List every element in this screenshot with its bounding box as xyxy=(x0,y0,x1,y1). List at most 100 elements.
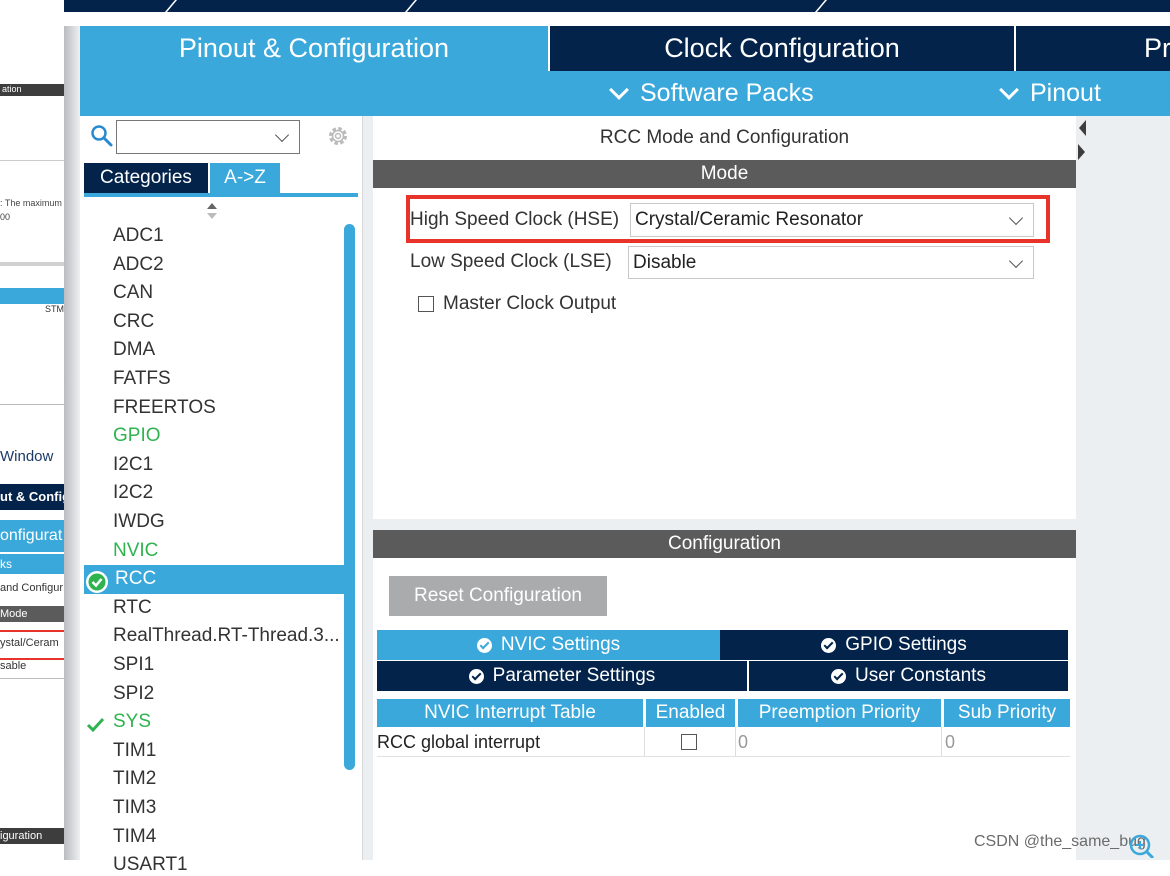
sort-icon[interactable] xyxy=(205,202,219,220)
mode-header: Mode xyxy=(373,160,1076,188)
reset-configuration-button[interactable]: Reset Configuration xyxy=(389,576,607,616)
list-item[interactable]: RCC xyxy=(115,568,156,590)
software-packs-menu[interactable]: Software Packs xyxy=(609,71,814,116)
background-window: ation : The maximum 00 STM Window ut & C… xyxy=(0,0,68,860)
list-item[interactable]: SPI1 xyxy=(113,654,154,676)
list-scrollbar[interactable] xyxy=(344,224,355,770)
lse-label: Low Speed Clock (LSE) xyxy=(410,251,612,272)
menu-label: Pinout xyxy=(1030,79,1101,107)
chevron-down-icon xyxy=(1008,253,1024,268)
window-shadow xyxy=(64,0,80,860)
gear-icon[interactable] xyxy=(326,124,350,148)
chevron-down-icon xyxy=(274,127,290,143)
check-circle-icon xyxy=(468,668,484,684)
pinout-menu[interactable]: Pinout xyxy=(999,71,1101,116)
configuration-header: Configuration xyxy=(373,530,1076,558)
bg-text: ystal/Ceram xyxy=(0,630,66,660)
bg-tab: ut & Config xyxy=(0,484,64,510)
list-item[interactable]: RTC xyxy=(113,597,152,619)
preemption-priority-value[interactable]: 0 xyxy=(738,727,748,757)
column-header-sub-priority[interactable]: Sub Priority xyxy=(944,699,1070,727)
lse-select[interactable]: Disable xyxy=(628,246,1034,279)
tab-gpio-settings[interactable]: GPIO Settings xyxy=(720,630,1068,660)
collapse-arrows[interactable] xyxy=(1077,118,1087,164)
column-header-enabled[interactable]: Enabled xyxy=(646,699,735,727)
column-header-nvic-interrupt-table[interactable]: NVIC Interrupt Table xyxy=(377,699,643,727)
tab-pinout-configuration[interactable]: Pinout & Configuration xyxy=(80,26,548,71)
tab-nvic-settings[interactable]: NVIC Settings xyxy=(377,630,720,660)
bg-text: Mode xyxy=(0,606,64,622)
tab-label: A->Z xyxy=(224,167,266,188)
bg-text: iguration xyxy=(0,828,64,844)
list-item[interactable]: GPIO xyxy=(113,425,161,447)
tab-user-constants[interactable]: User Constants xyxy=(749,661,1068,691)
column-header-preemption-priority[interactable]: Preemption Priority xyxy=(738,699,941,727)
list-item[interactable]: TIM2 xyxy=(113,768,156,790)
tab-label: Parameter Settings xyxy=(492,665,656,686)
tab-label: Pr xyxy=(1144,33,1170,63)
list-item[interactable]: I2C1 xyxy=(113,454,153,476)
list-item[interactable]: SYS xyxy=(113,711,151,733)
bg-text: STM xyxy=(45,304,64,314)
tab-label: GPIO Settings xyxy=(845,634,967,655)
list-item[interactable]: NVIC xyxy=(113,540,158,562)
tab-clock-configuration[interactable]: Clock Configuration xyxy=(550,26,1014,71)
hse-select[interactable]: Crystal/Ceramic Resonator xyxy=(630,203,1034,237)
check-circle-icon xyxy=(821,637,837,653)
bg-strip: ation xyxy=(0,84,66,96)
list-item[interactable]: TIM4 xyxy=(113,826,156,848)
check-circle-icon xyxy=(831,668,847,684)
tab-label: User Constants xyxy=(855,665,986,686)
bg-text: : The maximum xyxy=(0,198,62,208)
tab-label: Clock Configuration xyxy=(664,33,900,63)
search-input[interactable] xyxy=(116,120,300,154)
list-item[interactable]: IWDG xyxy=(113,511,165,533)
bg-text: and Configur xyxy=(0,582,63,594)
search-icon[interactable] xyxy=(90,124,114,148)
watermark: CSDN @the_same_bug xyxy=(974,833,1146,850)
panel-title: RCC Mode and Configuration xyxy=(599,127,850,148)
list-item[interactable]: USART1 xyxy=(113,854,188,876)
tab-label: NVIC Settings xyxy=(500,634,621,655)
cell-divider xyxy=(941,727,942,757)
bg-text: sable xyxy=(0,660,64,679)
mco-label: Master Clock Output xyxy=(443,293,617,314)
list-item[interactable]: FREERTOS xyxy=(113,397,216,419)
list-item[interactable]: TIM1 xyxy=(113,740,156,762)
mco-checkbox[interactable] xyxy=(418,296,434,312)
list-item[interactable]: DMA xyxy=(113,339,155,361)
tab-label: Pinout & Configuration xyxy=(178,33,450,63)
hse-value: Crystal/Ceramic Resonator xyxy=(635,209,864,230)
enabled-checkbox[interactable] xyxy=(681,734,697,750)
check-circle-icon xyxy=(86,571,108,594)
list-item[interactable]: RealThread.RT-Thread.3... xyxy=(113,625,340,647)
tab-categories[interactable]: Categories xyxy=(84,163,208,193)
sub-priority-value[interactable]: 0 xyxy=(945,727,955,757)
bg-divider xyxy=(0,262,64,266)
list-item[interactable]: CAN xyxy=(113,282,153,304)
list-item[interactable]: ADC1 xyxy=(113,225,164,247)
bg-divider xyxy=(0,404,64,405)
list-item[interactable]: I2C2 xyxy=(113,482,153,504)
top-bar xyxy=(64,0,1170,12)
list-item[interactable]: ADC2 xyxy=(113,254,164,276)
bg-divider xyxy=(0,160,64,161)
cell-divider xyxy=(644,727,645,757)
tab-label: Categories xyxy=(100,167,192,188)
tab-a-z[interactable]: A->Z xyxy=(210,163,280,193)
list-item[interactable]: CRC xyxy=(113,311,154,333)
chevron-down-icon xyxy=(999,79,1019,100)
check-circle-icon xyxy=(476,637,492,653)
bg-tab: ks xyxy=(0,554,64,574)
list-item[interactable]: SPI2 xyxy=(113,683,154,705)
menu-label: Software Packs xyxy=(640,79,814,107)
search-value xyxy=(117,128,123,145)
cell-divider xyxy=(735,727,736,757)
interrupt-name: RCC global interrupt xyxy=(377,731,541,752)
list-item[interactable]: TIM3 xyxy=(113,797,156,819)
checkmark-icon xyxy=(86,718,105,733)
zoom-icon xyxy=(1129,834,1155,858)
tab-project-manager[interactable]: Pr xyxy=(1016,26,1170,71)
tab-parameter-settings[interactable]: Parameter Settings xyxy=(377,661,747,691)
list-item[interactable]: FATFS xyxy=(113,368,171,390)
